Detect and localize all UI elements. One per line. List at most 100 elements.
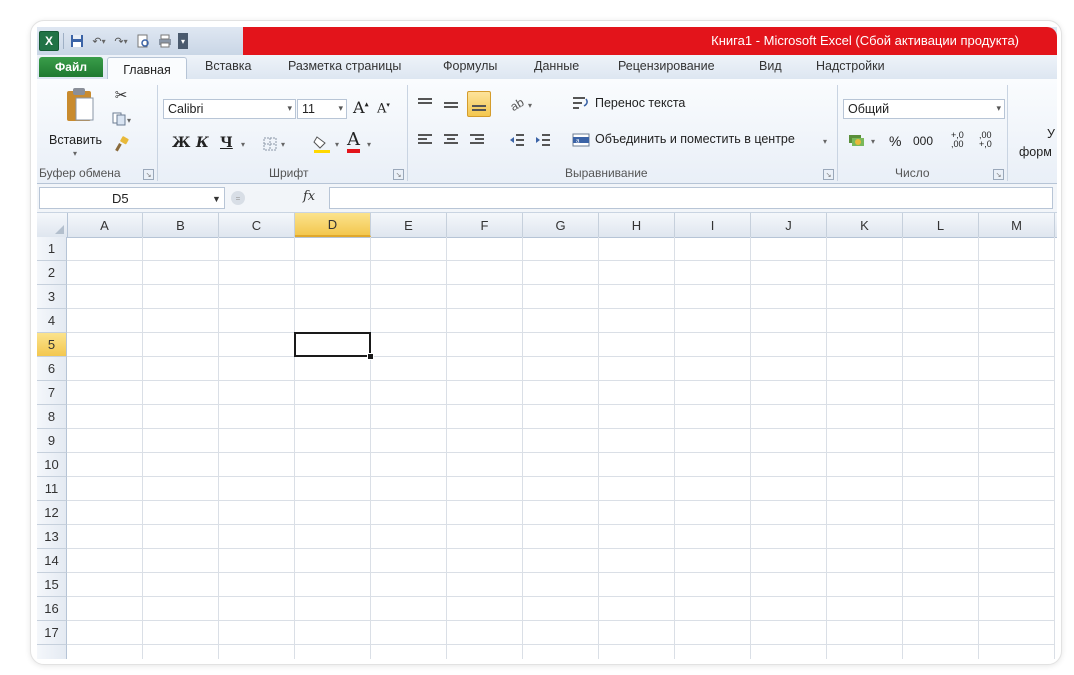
tab-data[interactable]: Данные [534, 59, 579, 73]
row-header-3[interactable]: 3 [37, 285, 67, 309]
thousands-separator-button[interactable]: 000 [913, 134, 933, 148]
font-size-select[interactable]: 11 ▾ [297, 99, 347, 119]
font-name-select[interactable]: Calibri ▾ [163, 99, 296, 119]
fill-color-icon[interactable] [311, 133, 333, 155]
number-launcher-icon[interactable]: ↘ [993, 169, 1004, 180]
fill-handle[interactable] [367, 353, 374, 360]
column-header-c[interactable]: C [219, 213, 295, 237]
bold-button[interactable]: Ж [172, 135, 190, 151]
column-header-l[interactable]: L [903, 213, 979, 237]
select-all-button[interactable] [37, 213, 68, 237]
tab-page-layout[interactable]: Разметка страницы [288, 59, 401, 73]
paste-dropdown-icon[interactable]: ▾ [73, 149, 77, 158]
column-header-g[interactable]: G [523, 213, 599, 237]
column-header-f[interactable]: F [447, 213, 523, 237]
align-center-icon[interactable] [441, 129, 461, 151]
decrease-indent-icon[interactable] [507, 129, 527, 151]
row-header-7[interactable]: 7 [37, 381, 67, 405]
tab-home[interactable]: Главная [107, 57, 187, 81]
copy-icon[interactable]: ▾ [111, 111, 135, 127]
customize-qat-icon[interactable]: ▾ [178, 33, 188, 49]
column-header-k[interactable]: K [827, 213, 903, 237]
row-header-2[interactable]: 2 [37, 261, 67, 285]
grow-font-button[interactable]: A▴ [353, 98, 369, 117]
print-preview-icon[interactable] [134, 32, 152, 50]
cut-icon[interactable]: ✂ [113, 87, 129, 104]
fill-color-dropdown-icon[interactable]: ▾ [335, 140, 339, 149]
insert-function-button[interactable]: fx [303, 189, 315, 204]
row-header-4[interactable]: 4 [37, 309, 67, 333]
merge-center-dropdown-icon[interactable]: ▾ [823, 137, 827, 146]
paste-icon[interactable] [63, 85, 97, 125]
tab-formulas[interactable]: Формулы [443, 59, 497, 73]
row-header-10[interactable]: 10 [37, 453, 67, 477]
redo-icon[interactable]: ↷ ▾ [112, 32, 130, 50]
row-header-1[interactable]: 1 [37, 237, 67, 261]
align-right-icon[interactable] [467, 129, 487, 151]
orientation-icon[interactable]: ab ▾ [507, 93, 537, 115]
cancel-entry-icon[interactable]: = [231, 191, 245, 205]
align-bottom-icon[interactable] [467, 91, 491, 117]
row-header-12[interactable]: 12 [37, 501, 67, 525]
row-header-13[interactable]: 13 [37, 525, 67, 549]
column-header-d[interactable]: D [295, 213, 371, 237]
column-header-b[interactable]: B [143, 213, 219, 237]
active-cell[interactable] [294, 332, 371, 357]
percent-button[interactable]: % [889, 133, 901, 149]
row-header-5[interactable]: 5 [37, 333, 67, 357]
undo-icon[interactable]: ↶ ▾ [90, 32, 108, 50]
column-header-e[interactable]: E [371, 213, 447, 237]
wrap-text-button[interactable]: Перенос текста [595, 96, 685, 110]
column-header-i[interactable]: I [675, 213, 751, 237]
row-header-8[interactable]: 8 [37, 405, 67, 429]
tab-review[interactable]: Рецензирование [618, 59, 715, 73]
column-header-m[interactable]: M [979, 213, 1055, 237]
align-top-icon[interactable] [415, 93, 435, 115]
tab-insert[interactable]: Вставка [205, 59, 251, 73]
increase-indent-icon[interactable] [533, 129, 553, 151]
tab-file[interactable]: Файл [39, 57, 103, 77]
merge-center-icon[interactable]: a [571, 131, 591, 149]
chevron-down-icon[interactable]: ▼ [212, 194, 221, 204]
font-color-dropdown-icon[interactable]: ▾ [367, 140, 371, 149]
save-icon[interactable] [68, 32, 86, 50]
column-header-h[interactable]: H [599, 213, 675, 237]
align-left-icon[interactable] [415, 129, 435, 151]
align-middle-icon[interactable] [441, 93, 461, 115]
tab-addins[interactable]: Надстройки [816, 59, 885, 73]
quick-print-icon[interactable] [156, 32, 174, 50]
row-header-17[interactable]: 17 [37, 621, 67, 645]
clipboard-launcher-icon[interactable]: ↘ [143, 169, 154, 180]
increase-decimal-button[interactable]: +,0 ,00 [951, 131, 973, 149]
row-header-14[interactable]: 14 [37, 549, 67, 573]
alignment-launcher-icon[interactable]: ↘ [823, 169, 834, 180]
formula-input[interactable] [329, 187, 1053, 209]
row-header-11[interactable]: 11 [37, 477, 67, 501]
row-header-9[interactable]: 9 [37, 429, 67, 453]
format-painter-icon[interactable] [113, 135, 131, 153]
row-header-15[interactable]: 15 [37, 573, 67, 597]
excel-logo-icon[interactable]: X [39, 31, 59, 51]
currency-icon[interactable] [847, 131, 869, 151]
number-format-select[interactable]: Общий ▾ [843, 99, 1005, 119]
styles-partial-label-top[interactable]: У [1047, 127, 1055, 141]
italic-button[interactable]: К [196, 135, 209, 151]
styles-partial-label-bottom[interactable]: форм [1019, 145, 1052, 159]
name-box[interactable]: D5 ▼ [39, 187, 225, 209]
row-header-6[interactable]: 6 [37, 357, 67, 381]
borders-dropdown-icon[interactable]: ▾ [281, 140, 285, 149]
decrease-decimal-button[interactable]: ,00 +,0 [979, 131, 1001, 149]
font-color-button[interactable]: A [347, 131, 360, 153]
paste-label[interactable]: Вставить [49, 133, 102, 147]
column-header-a[interactable]: A [67, 213, 143, 237]
borders-icon[interactable] [261, 135, 279, 153]
tab-view[interactable]: Вид [759, 59, 782, 73]
wrap-text-icon[interactable] [571, 95, 591, 113]
shrink-font-button[interactable]: A▾ [377, 101, 390, 116]
underline-button[interactable]: Ч [220, 135, 233, 151]
underline-dropdown-icon[interactable]: ▾ [241, 140, 245, 149]
column-header-j[interactable]: J [751, 213, 827, 237]
merge-center-button[interactable]: Объединить и поместить в центре [595, 132, 795, 146]
font-launcher-icon[interactable]: ↘ [393, 169, 404, 180]
row-header-16[interactable]: 16 [37, 597, 67, 621]
